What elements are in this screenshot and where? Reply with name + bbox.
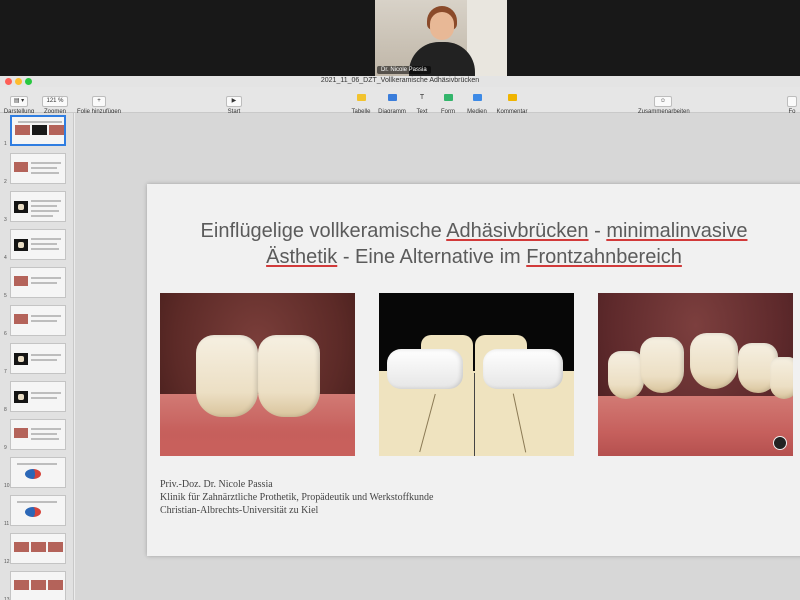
slide-thumb-9[interactable]: 9 [0,417,73,453]
slide-preview [10,305,66,336]
slide-number: 9 [4,445,7,451]
slide-preview [10,533,66,564]
document-title: 2021_11_06_DZT_Vollkeramische Adhäsivbrü… [320,77,480,84]
video-strip: Dr. Nicole Passia [0,0,800,76]
clinical-photo-crowns[interactable] [160,293,355,456]
slide-number: 5 [4,293,7,299]
comment-icon [507,94,517,102]
format-button[interactable]: Fo [784,89,800,115]
slide-preview [10,571,66,600]
media-button[interactable]: Medien [462,89,492,115]
play-button[interactable]: ▶ Start [220,89,248,115]
slide-preview [10,381,66,412]
toolbar: ▤ ▾ Darstellung 121 % Zoomen + Folie hin… [0,87,800,115]
slide-thumb-1[interactable]: 1 [0,113,73,149]
slide-number: 10 [4,483,10,489]
play-icon: ▶ [226,96,242,107]
text-icon: T [419,94,425,102]
add-slide-button[interactable]: + Folie hinzufügen [74,89,124,115]
slide-preview [10,419,66,450]
slide-thumb-13[interactable]: 13 [0,569,73,600]
chart-icon [387,94,397,102]
slide-preview [10,343,66,374]
slide-preview [10,457,66,488]
people-icon: ☺ [654,96,672,107]
slide-number: 11 [4,521,10,527]
slide-canvas[interactable]: Einflügelige vollkeramische Adhäsivbrück… [75,113,800,600]
watermark-logo [773,436,787,450]
participant-name: Dr. Nicole Passia [377,66,431,74]
plus-icon: + [91,96,107,107]
slide-number: 7 [4,369,7,375]
affiliation: Klinik für Zahnärztliche Prothetik, Prop… [160,492,434,503]
presentation-app: 2021_11_06_DZT_Vollkeramische Adhäsivbrü… [0,76,800,600]
slide-number: 4 [4,255,7,261]
table-icon [356,94,366,102]
slide-number: 12 [4,559,10,565]
view-button[interactable]: ▤ ▾ Darstellung [2,89,36,115]
slide-number: 6 [4,331,7,337]
chart-button[interactable]: Diagramm [376,89,408,115]
slide-preview [10,229,66,260]
slide-thumb-2[interactable]: 2 [0,151,73,187]
slide-thumb-12[interactable]: 12 [0,531,73,567]
current-slide[interactable]: Einflügelige vollkeramische Adhäsivbrück… [147,184,800,556]
lab-model-photo[interactable] [379,293,574,456]
table-button[interactable]: Tabelle [348,89,374,115]
text-button[interactable]: T Text [410,89,434,115]
title-text: - Eine Alternative im [337,246,527,268]
slide-number: 3 [4,217,7,223]
slide-preview [10,115,66,146]
slide-thumb-7[interactable]: 7 [0,341,73,377]
shape-button[interactable]: Form [436,89,460,115]
zoom-value: 121 % [42,96,68,107]
slide-preview [10,267,66,298]
slide-number: 1 [4,141,7,147]
media-icon [472,94,482,102]
slide-number: 2 [4,179,7,185]
sidebar-icon: ▤ ▾ [9,96,29,107]
comment-button[interactable]: Kommentar [494,89,530,115]
slide-thumb-8[interactable]: 8 [0,379,73,415]
shape-icon [443,94,453,102]
title-text: Ästhetik [266,246,338,268]
slide-number: 8 [4,407,7,413]
slide-preview [10,495,66,526]
title-text: - [588,220,607,242]
title-bar: 2021_11_06_DZT_Vollkeramische Adhäsivbrü… [0,76,800,87]
zoom-select[interactable]: 121 % Zoomen [38,89,72,115]
slide-title[interactable]: Einflügelige vollkeramische Adhäsivbrück… [177,218,771,270]
title-text: minimalinvasive [606,220,748,242]
slide-preview [10,153,66,184]
slide-preview [10,191,66,222]
author-info[interactable]: Priv.-Doz. Dr. Nicole Passia Klinik für … [160,478,660,517]
clinical-photo-front-teeth[interactable] [598,293,793,456]
slide-thumb-10[interactable]: 10 [0,455,73,491]
slide-thumb-11[interactable]: 11 [0,493,73,529]
slide-thumb-3[interactable]: 3 [0,189,73,225]
brush-icon [787,96,797,107]
slide-thumb-4[interactable]: 4 [0,227,73,263]
collaborate-button[interactable]: ☺ Zusammenarbeiten [638,89,690,115]
title-text: Einflügelige vollkeramische [200,220,447,242]
slide-thumb-6[interactable]: 6 [0,303,73,339]
university: Christian-Albrechts-Universität zu Kiel [160,505,319,516]
title-text: Adhäsivbrücken [446,220,589,242]
slide-thumb-5[interactable]: 5 [0,265,73,301]
slide-navigator: 1 2 3 4 5 6 7 8 9 10 11 12 13 [0,113,74,600]
title-text: Frontzahnbereich [526,246,682,268]
author-name: Priv.-Doz. Dr. Nicole Passia [160,479,273,490]
participant-video[interactable]: Dr. Nicole Passia [375,0,507,76]
